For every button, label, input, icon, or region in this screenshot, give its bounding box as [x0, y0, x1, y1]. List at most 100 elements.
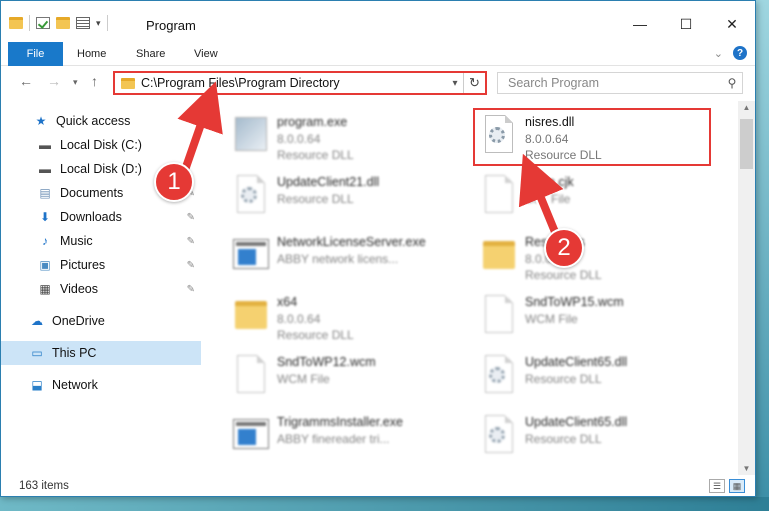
file-item[interactable]: SndToWP15.wcm WCM File [465, 287, 705, 343]
up-arrow-icon[interactable]: ↑ [91, 73, 98, 89]
pin-icon[interactable]: ✎ [187, 236, 195, 247]
pin-icon[interactable]: ✎ [187, 212, 195, 223]
file-item[interactable]: UpdateClient65.dll Resource DLL [465, 407, 705, 463]
search-placeholder[interactable]: Search Program [508, 76, 722, 90]
file-item[interactable]: UpdateClient21.dll Resource DLL [217, 167, 457, 223]
file-detail: Resource DLL [277, 328, 354, 342]
file-name: UpdateClient21.dll [277, 175, 380, 189]
sidebar-item-network[interactable]: ⬓ Network [1, 373, 201, 397]
sidebar-item-local-disk-c[interactable]: ▬ Local Disk (C:) [1, 133, 201, 157]
sidebar-item-label: Videos [60, 282, 98, 296]
expand-ribbon-icon[interactable]: ⌄ [714, 47, 723, 60]
desktop-background-bottom [0, 497, 769, 511]
window-title: Program [146, 18, 196, 33]
file-item[interactable]: UpdateClient65.dll Resource DLL [465, 347, 705, 403]
tab-share[interactable]: Share [136, 48, 165, 60]
address-bar[interactable]: C:\Program Files\Program Directory ▾ ↻ [113, 71, 487, 95]
sidebar-item-quick-access[interactable]: ★ Quick access [1, 109, 201, 133]
pin-icon[interactable]: ✎ [187, 260, 195, 271]
customize-icon[interactable] [76, 17, 90, 29]
music-icon: ♪ [42, 234, 48, 248]
tab-file[interactable]: File [8, 42, 63, 66]
file-item[interactable]: x64 8.0.0.64 Resource DLL [217, 287, 457, 343]
tab-view[interactable]: View [194, 48, 218, 60]
file-item[interactable]: SndToWP12.wcm WCM File [217, 347, 457, 403]
scrollbar-thumb[interactable] [740, 119, 753, 169]
minimize-button[interactable]: — [617, 9, 663, 39]
sidebar-item-label: Network [52, 378, 98, 392]
properties-check-icon[interactable] [36, 17, 50, 29]
sidebar-item-onedrive[interactable]: ☁ OneDrive [1, 309, 201, 333]
file-detail: Resource DLL [525, 432, 602, 446]
refresh-icon[interactable]: ↻ [463, 73, 485, 93]
close-button[interactable]: ✕ [709, 9, 755, 39]
dll-gear-icon [479, 353, 519, 399]
file-name: TrigrammsInstaller.exe [277, 415, 403, 429]
sidebar-item-label: OneDrive [52, 314, 105, 328]
file-name: UpdateClient65.dll [525, 415, 628, 429]
sidebar-item-label: Music [60, 234, 93, 248]
forward-arrow-icon[interactable]: → [47, 73, 61, 89]
exe-icon [231, 413, 271, 459]
scroll-down-icon[interactable]: ▼ [738, 464, 755, 473]
network-icon: ⬓ [31, 378, 43, 392]
file-item[interactable]: Resources 8.0.0.64 Resource DLL [465, 227, 705, 283]
cloud-icon: ☁ [31, 314, 43, 328]
sidebar-item-downloads[interactable]: ⬇ Downloads ✎ [1, 205, 201, 229]
sidebar-item-label: Documents [60, 186, 124, 200]
recent-locations-icon[interactable]: ▾ [73, 77, 78, 88]
exe-icon [231, 233, 271, 279]
title-bar: ▾ Program — ☐ ✕ [1, 1, 755, 41]
help-icon[interactable]: ? [733, 46, 747, 60]
file-item[interactable]: program.exe 8.0.0.64 Resource DLL [217, 107, 457, 163]
desktop-background [756, 0, 769, 511]
computer-icon: ▭ [31, 346, 43, 360]
documents-icon: ▤ [39, 186, 51, 200]
file-detail: Resource DLL [525, 268, 602, 282]
details-view-icon[interactable]: ☰ [709, 479, 725, 493]
search-input[interactable]: Search Program ⚲ [497, 72, 743, 94]
vertical-scrollbar[interactable]: ▲ ▼ [738, 101, 755, 475]
sidebar-item-label: This PC [52, 346, 97, 360]
window-controls: — ☐ ✕ [617, 9, 755, 39]
file-item[interactable]: TrigrammsInstaller.exe ABBY finereader t… [217, 407, 457, 463]
file-item[interactable]: clean.cjk CJK File [465, 167, 705, 223]
file-name: NetworkLicenseServer.exe [277, 235, 426, 249]
maximize-button[interactable]: ☐ [663, 9, 709, 39]
new-folder-icon[interactable] [56, 17, 70, 29]
file-name: SndToWP12.wcm [277, 355, 376, 369]
download-icon: ⬇ [39, 210, 51, 224]
status-bar: 163 items ☰ ▦ [1, 477, 755, 497]
chevron-down-icon[interactable]: ▾ [96, 18, 101, 29]
sidebar-item-this-pc[interactable]: ▭ This PC [1, 341, 201, 365]
folder-icon [231, 293, 271, 339]
drive-icon: ▬ [39, 162, 51, 176]
sidebar-item-pictures[interactable]: ▣ Pictures ✎ [1, 253, 201, 277]
blank-file-icon [479, 293, 519, 339]
navigation-bar: ← → ▾ ↑ C:\Program Files\Program Directo… [1, 69, 755, 97]
file-name: UpdateClient65.dll [525, 355, 628, 369]
blank-file-icon [479, 173, 519, 219]
file-detail: 8.0.0.64 [277, 312, 321, 326]
pin-icon[interactable]: ✎ [187, 284, 195, 295]
folder-icon [121, 77, 135, 89]
dll-gear-icon [231, 173, 271, 219]
large-icons-view-icon[interactable]: ▦ [729, 479, 745, 493]
scroll-up-icon[interactable]: ▲ [738, 103, 755, 112]
tab-home[interactable]: Home [77, 48, 106, 60]
address-path[interactable]: C:\Program Files\Program Directory [141, 76, 447, 90]
sidebar-item-videos[interactable]: ▦ Videos ✎ [1, 277, 201, 301]
sidebar-item-label: Quick access [56, 114, 131, 128]
file-detail: WCM File [525, 312, 578, 326]
toolbar-divider [29, 15, 30, 31]
sidebar-item-label: Pictures [60, 258, 106, 272]
search-icon[interactable]: ⚲ [722, 76, 742, 90]
file-item[interactable]: NetworkLicenseServer.exe ABBY network li… [217, 227, 457, 283]
sidebar-item-music[interactable]: ♪ Music ✎ [1, 229, 201, 253]
file-detail: Resource DLL [277, 148, 354, 162]
file-name: x64 [277, 295, 298, 309]
back-arrow-icon[interactable]: ← [19, 73, 33, 89]
chevron-down-icon[interactable]: ▾ [447, 78, 463, 89]
file-name: clean.cjk [525, 175, 574, 189]
blank-file-icon [231, 353, 271, 399]
